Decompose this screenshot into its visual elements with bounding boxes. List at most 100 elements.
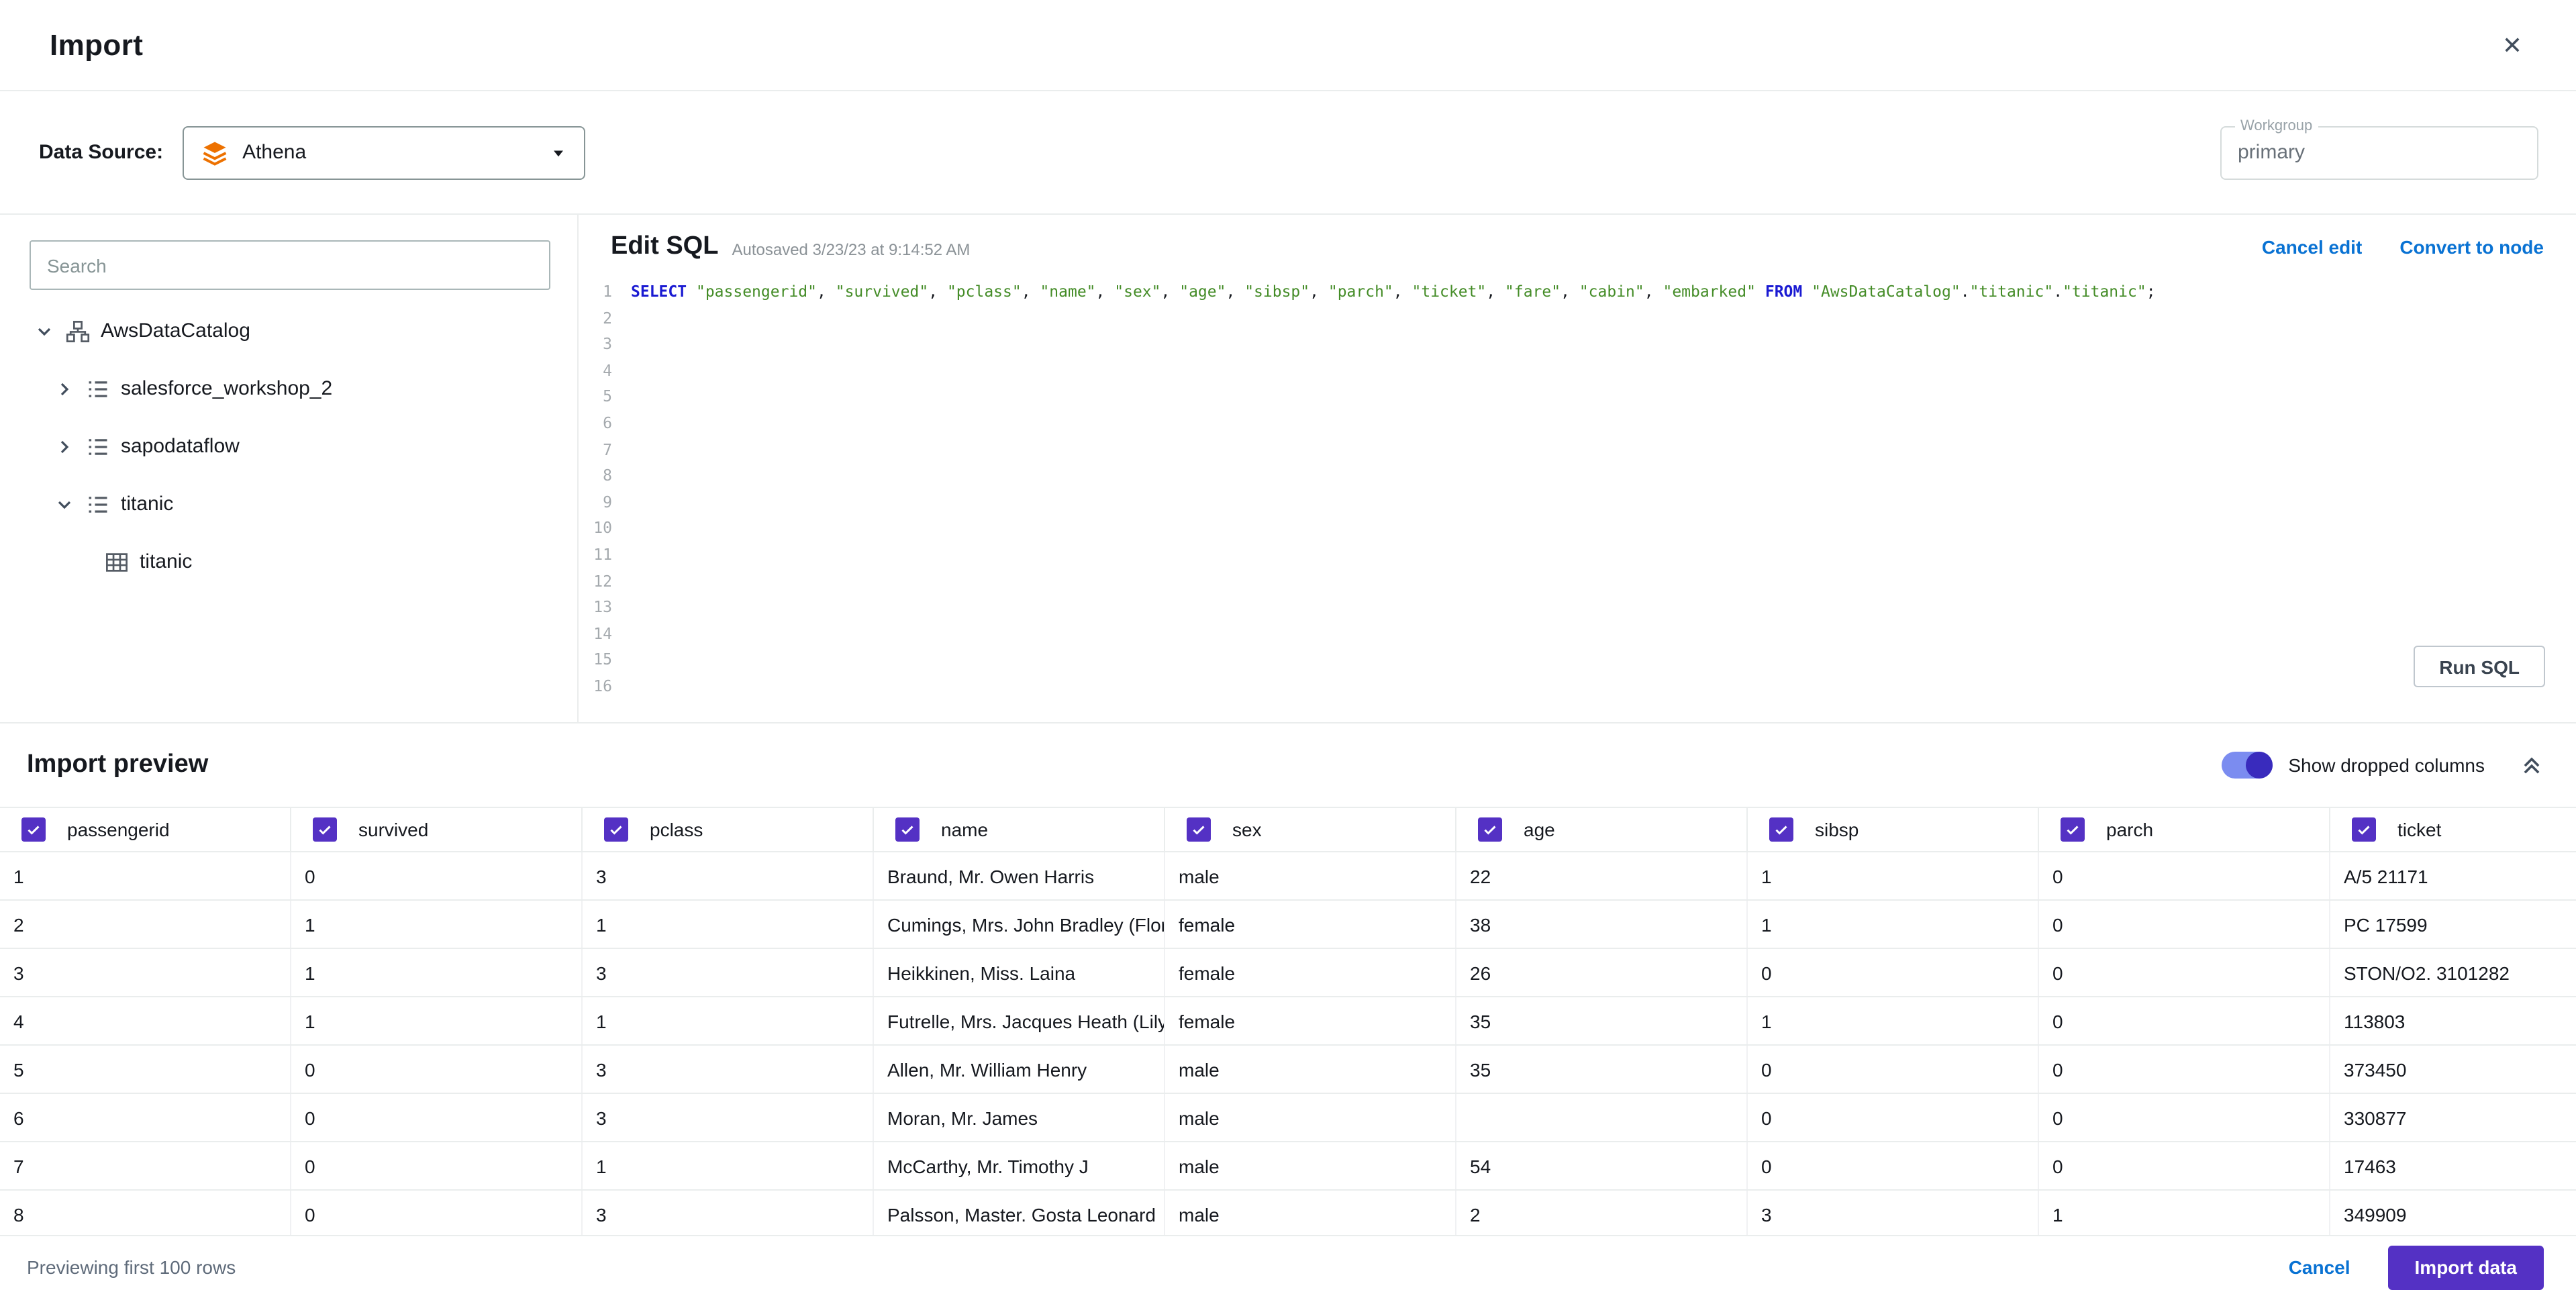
datasource-row: Data Source: Athena Workgroup primary: [0, 91, 2576, 213]
cancel-button[interactable]: Cancel: [2289, 1256, 2350, 1278]
table-cell: 6: [0, 1094, 291, 1141]
table-row: 6 0 3 Moran, Mr. James male 0 0 330877: [0, 1094, 2576, 1142]
column-checkbox[interactable]: [895, 817, 920, 842]
column-checkbox[interactable]: [2352, 817, 2376, 842]
table-cell: 0: [291, 1046, 583, 1093]
line-number: 7: [603, 440, 612, 459]
workgroup-field[interactable]: Workgroup primary: [2220, 117, 2538, 179]
tree-item-titanic[interactable]: titanic: [30, 533, 550, 591]
table-cell: 3: [583, 1094, 874, 1141]
sql-token: "embarked": [1663, 282, 1756, 301]
sql-token: FROM: [1765, 282, 1803, 301]
table-cell: McCarthy, Mr. Timothy J: [874, 1142, 1165, 1189]
table-cell: 3: [1748, 1191, 2039, 1236]
tree-item-sapodataflow[interactable]: sapodataflow: [30, 417, 550, 475]
workgroup-value: primary: [2238, 140, 2306, 163]
sql-code-editor[interactable]: 1 2 3 4 5 6 7 8 9 10 11 12 13 14 15 16 SELECT "passenge…: [579, 279, 2576, 700]
tree-item-awsdatacatalog[interactable]: AwsDataCatalog: [30, 302, 550, 360]
search-input[interactable]: [30, 240, 550, 290]
cancel-edit-link[interactable]: Cancel edit: [2262, 236, 2362, 258]
table-cell: 8: [0, 1191, 291, 1236]
table-cell: 4: [0, 997, 291, 1044]
line-number: 3: [603, 334, 612, 354]
table-cell: Heikkinen, Miss. Laina: [874, 949, 1165, 996]
tree-item-label: sapodataflow: [121, 435, 240, 458]
datasource-label: Data Source:: [39, 141, 164, 164]
table-row: 211Cumings, Mrs. John Bradley (Florencfe…: [0, 901, 2576, 949]
line-number: 9: [603, 492, 612, 511]
column-checkbox[interactable]: [1187, 817, 1211, 842]
chevron-right-icon[interactable]: [54, 436, 75, 457]
column-checkbox[interactable]: [2061, 817, 2085, 842]
table-row: 7 0 1 McCarthy, Mr. Timothy Jmale 54 0 0 17463: [0, 1142, 2576, 1191]
table-cell: [1456, 1094, 1748, 1141]
table-cell: 17463: [2330, 1142, 2576, 1189]
run-sql-button[interactable]: Run SQL: [2414, 646, 2545, 687]
table-cell: 0: [2039, 949, 2330, 996]
table-cell: 35: [1456, 1046, 1748, 1093]
column-checkbox[interactable]: [313, 817, 337, 842]
table-row: 3 1 3 Heikkinen, Miss. Laina female 26 0 0 STON/…: [0, 949, 2576, 997]
column-header-name: name: [874, 808, 1165, 851]
dialog-title: Import: [50, 28, 144, 61]
import-data-button[interactable]: Import data: [2387, 1245, 2544, 1289]
column-checkbox[interactable]: [604, 817, 628, 842]
line-number: 1: [603, 282, 612, 301]
main-area: AwsDataCatalog salesforce_workshop_2sapod…: [0, 213, 2576, 722]
chevron-down-icon[interactable]: [34, 320, 55, 342]
table-cell: 1: [1748, 852, 2039, 899]
table-cell: Cumings, Mrs. John Bradley (Florenc: [874, 901, 1165, 948]
table-cell: 0: [2039, 901, 2330, 948]
table-cell: male: [1165, 1094, 1456, 1141]
sql-token: "name": [1040, 282, 1096, 301]
workgroup-label: Workgroup: [2235, 117, 2318, 134]
table-cell: 1: [0, 852, 291, 899]
table-cell: 0: [2039, 852, 2330, 899]
table-cell: 1: [2039, 1191, 2330, 1236]
toggle-knob: [2245, 752, 2273, 779]
line-number: 6: [603, 413, 612, 432]
table-cell: 373450: [2330, 1046, 2576, 1093]
column-checkbox[interactable]: [1478, 817, 1502, 842]
tree-item-salesforce_workshop_2[interactable]: salesforce_workshop_2: [30, 360, 550, 417]
collapse-section-icon[interactable]: [2520, 753, 2544, 777]
table-cell: Futrelle, Mrs. Jacques Heath (Lily Ma: [874, 997, 1165, 1044]
show-dropped-columns-toggle[interactable]: [2221, 752, 2273, 779]
table-cell: 1: [583, 901, 874, 948]
sql-token: "passengerid": [695, 282, 817, 301]
sql-token: ,: [928, 282, 947, 301]
table-cell: 0: [2039, 1046, 2330, 1093]
sql-token: ,: [1021, 282, 1040, 301]
sql-editor-panel: Edit SQL Autosaved 3/23/23 at 9:14:52 AM…: [579, 215, 2576, 722]
close-icon[interactable]: ✕: [2502, 33, 2522, 57]
table-cell: 1: [291, 997, 583, 1044]
table-cell: 0: [291, 1142, 583, 1189]
table-cell: 5: [0, 1046, 291, 1093]
tree-item-titanic[interactable]: titanic: [30, 475, 550, 533]
table-icon: [105, 550, 129, 574]
column-header-ticket: ticket: [2330, 808, 2576, 851]
table-cell: 113803: [2330, 997, 2576, 1044]
line-number: 4: [603, 360, 612, 380]
sql-token: SELECT: [631, 282, 687, 301]
chevron-right-icon[interactable]: [54, 378, 75, 399]
table-cell: A/5 21171: [2330, 852, 2576, 899]
column-checkbox[interactable]: [21, 817, 46, 842]
table-cell: 0: [291, 1094, 583, 1141]
chevron-down-icon[interactable]: [54, 493, 75, 515]
datasource-select[interactable]: Athena: [182, 126, 585, 179]
column-checkbox[interactable]: [1769, 817, 1793, 842]
sql-token: "AwsDataCatalog": [1812, 282, 1961, 301]
convert-to-node-link[interactable]: Convert to node: [2399, 236, 2544, 258]
sql-token: "parch": [1328, 282, 1393, 301]
catalog-sidebar: AwsDataCatalog salesforce_workshop_2sapod…: [0, 215, 579, 722]
sql-token: "cabin": [1579, 282, 1644, 301]
line-number: 10: [593, 518, 612, 538]
table-cell: Braund, Mr. Owen Harris: [874, 852, 1165, 899]
sql-token: ,: [817, 282, 836, 301]
autosave-status: Autosaved 3/23/23 at 9:14:52 AM: [732, 240, 971, 259]
import-dialog: Import ✕ Data Source: Athena Workgroup p…: [0, 0, 2576, 1298]
column-header-survived: survived: [291, 808, 583, 851]
table-row: 411Futrelle, Mrs. Jacques Heath (Lily Ma…: [0, 997, 2576, 1046]
table-cell: 0: [2039, 1142, 2330, 1189]
